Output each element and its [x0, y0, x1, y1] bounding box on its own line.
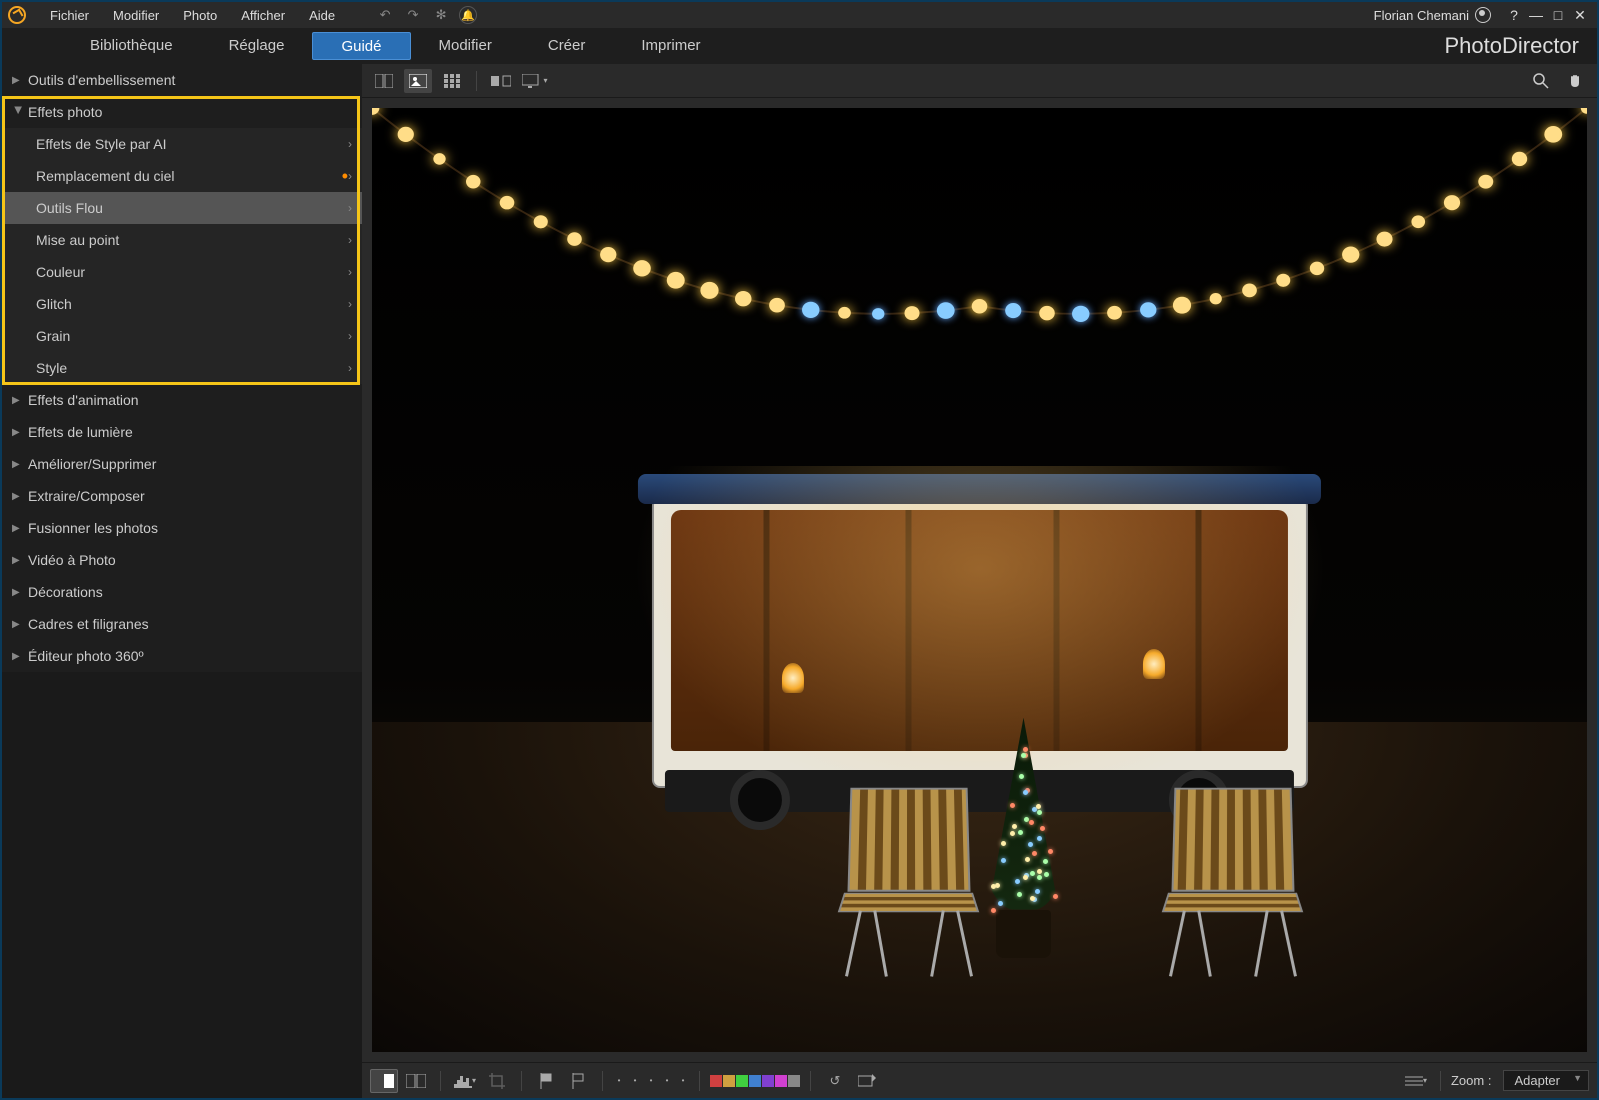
- redo-icon[interactable]: ↷: [403, 5, 423, 25]
- star-rating-1[interactable]: •: [613, 1069, 625, 1093]
- sidebar-item-mise-au-point[interactable]: Mise au point›: [2, 224, 362, 256]
- sidebar-item-glitch[interactable]: Glitch›: [2, 288, 362, 320]
- tab-creer[interactable]: Créer: [520, 32, 614, 60]
- histogram-icon[interactable]: ▾: [451, 1069, 479, 1093]
- tab-bibliotheque[interactable]: Bibliothèque: [62, 32, 201, 60]
- window-maximize-icon[interactable]: □: [1547, 7, 1569, 23]
- undo-icon[interactable]: ↶: [375, 5, 395, 25]
- menu-modifier[interactable]: Modifier: [101, 8, 171, 23]
- view-compare-icon[interactable]: [370, 69, 398, 93]
- crop-rotate-icon[interactable]: [483, 1069, 511, 1093]
- user-avatar-icon: [1475, 7, 1491, 23]
- filmstrip-toggle-icon[interactable]: ▾: [1402, 1069, 1430, 1093]
- help-icon[interactable]: ?: [1503, 7, 1525, 23]
- color-label-red[interactable]: [710, 1075, 722, 1087]
- photo-canvas[interactable]: [362, 98, 1597, 1062]
- compare-split-icon[interactable]: [402, 1069, 430, 1093]
- sidebar-section-lumiere[interactable]: ▶Effets de lumière: [2, 416, 362, 448]
- sidebar-section-360[interactable]: ▶Éditeur photo 360º: [2, 640, 362, 672]
- sidebar-item-remplacement-ciel[interactable]: Remplacement du ciel•›: [2, 160, 362, 192]
- color-label-gray[interactable]: [788, 1075, 800, 1087]
- rotate-cw-icon[interactable]: [853, 1069, 881, 1093]
- zoom-tool-icon[interactable]: [1527, 69, 1555, 93]
- sidebar-section-extraire[interactable]: ▶Extraire/Composer: [2, 480, 362, 512]
- menu-fichier[interactable]: Fichier: [38, 8, 101, 23]
- window-minimize-icon[interactable]: —: [1525, 7, 1547, 23]
- flag-reject-icon[interactable]: [564, 1069, 592, 1093]
- star-rating-4[interactable]: •: [661, 1069, 673, 1093]
- view-grid-icon[interactable]: [438, 69, 466, 93]
- view-single-icon[interactable]: [404, 69, 432, 93]
- user-name-label: Florian Chemani: [1374, 8, 1469, 23]
- sidebar-section-fusionner[interactable]: ▶Fusionner les photos: [2, 512, 362, 544]
- tab-reglage[interactable]: Réglage: [201, 32, 313, 60]
- sidebar-item-grain[interactable]: Grain›: [2, 320, 362, 352]
- menu-aide[interactable]: Aide: [297, 8, 347, 23]
- notifications-bell-icon[interactable]: 🔔: [459, 6, 477, 24]
- bottom-toolbar: ▾ • • • • •: [362, 1062, 1597, 1098]
- sidebar-item-couleur[interactable]: Couleur›: [2, 256, 362, 288]
- menu-photo[interactable]: Photo: [171, 8, 229, 23]
- zoom-select[interactable]: Adapter: [1503, 1070, 1589, 1091]
- flag-pick-icon[interactable]: [532, 1069, 560, 1093]
- window-close-icon[interactable]: ✕: [1569, 7, 1591, 24]
- star-rating-2[interactable]: •: [629, 1069, 641, 1093]
- star-rating-3[interactable]: •: [645, 1069, 657, 1093]
- sidebar-section-animation[interactable]: ▶Effets d'animation: [2, 384, 362, 416]
- sidebar-item-style[interactable]: Style›: [2, 352, 362, 384]
- view-mirror-icon[interactable]: [487, 69, 515, 93]
- tab-imprimer[interactable]: Imprimer: [613, 32, 728, 60]
- tab-guide[interactable]: Guidé: [312, 32, 410, 60]
- module-tabbar: Bibliothèque Réglage Guidé Modifier Crée…: [2, 28, 1597, 64]
- rotate-ccw-icon[interactable]: ↺: [821, 1069, 849, 1093]
- settings-gear-icon[interactable]: ✻: [431, 5, 451, 25]
- pan-hand-icon[interactable]: [1561, 69, 1589, 93]
- compare-before-after-icon[interactable]: [370, 1069, 398, 1093]
- menubar: Fichier Modifier Photo Afficher Aide ↶ ↷…: [2, 2, 1597, 28]
- color-label-swatches: [710, 1075, 800, 1087]
- sidebar-section-effets-photo[interactable]: ▶Effets photo: [2, 96, 362, 128]
- menu-afficher[interactable]: Afficher: [229, 8, 297, 23]
- color-label-green[interactable]: [736, 1075, 748, 1087]
- star-rating-5[interactable]: •: [677, 1069, 689, 1093]
- guided-sidebar: ▶Outils d'embellissement ▶Effets photo E…: [2, 64, 362, 672]
- color-label-magenta[interactable]: [775, 1075, 787, 1087]
- sidebar-item-outils-flou[interactable]: Outils Flou›: [2, 192, 362, 224]
- sidebar-section-decorations[interactable]: ▶Décorations: [2, 576, 362, 608]
- color-label-blue[interactable]: [749, 1075, 761, 1087]
- sidebar-section-cadres[interactable]: ▶Cadres et filigranes: [2, 608, 362, 640]
- sidebar-section-embellissement[interactable]: ▶Outils d'embellissement: [2, 64, 362, 96]
- zoom-label: Zoom :: [1451, 1073, 1491, 1088]
- photo-preview: [372, 108, 1587, 1052]
- viewer-toolbar: ▾: [362, 64, 1597, 98]
- sidebar-section-ameliorer[interactable]: ▶Améliorer/Supprimer: [2, 448, 362, 480]
- app-brand-label: PhotoDirector: [1444, 33, 1579, 59]
- user-account[interactable]: Florian Chemani: [1374, 7, 1491, 23]
- view-secondary-display-icon[interactable]: ▾: [521, 69, 549, 93]
- sidebar-item-style-ai[interactable]: Effets de Style par AI›: [2, 128, 362, 160]
- tab-modifier[interactable]: Modifier: [411, 32, 520, 60]
- color-label-purple[interactable]: [762, 1075, 774, 1087]
- app-logo-icon: [8, 6, 26, 24]
- sidebar-section-video-photo[interactable]: ▶Vidéo à Photo: [2, 544, 362, 576]
- color-label-orange[interactable]: [723, 1075, 735, 1087]
